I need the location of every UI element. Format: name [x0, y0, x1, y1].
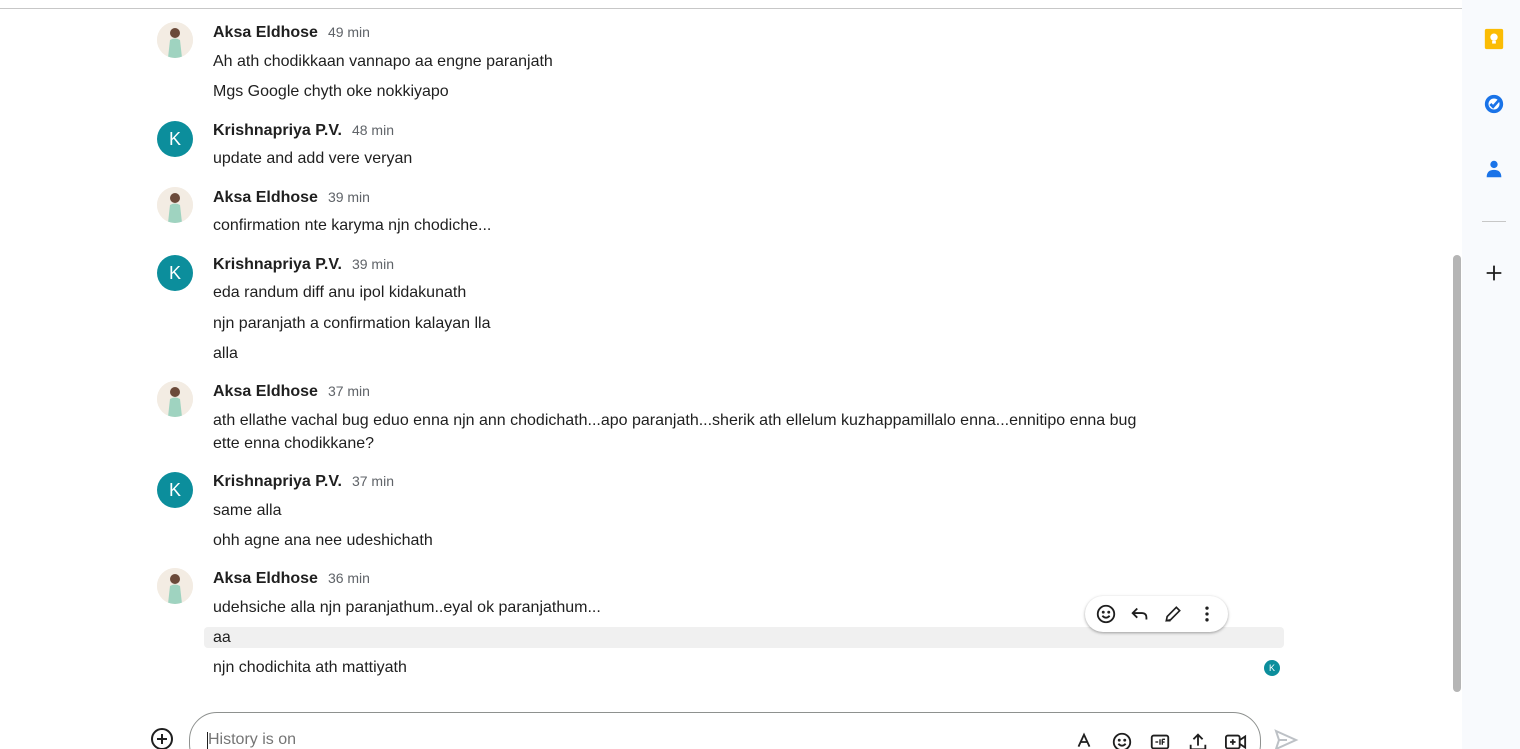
text-caret	[207, 732, 208, 749]
sender-name[interactable]: Krishnapriya P.V.	[213, 256, 342, 274]
gif-icon[interactable]	[1148, 730, 1172, 749]
message-text: njn paranjath a confirmation kalayan lla	[213, 315, 491, 332]
edit-icon[interactable]	[1158, 599, 1188, 629]
sender-name[interactable]: Aksa Eldhose	[213, 383, 318, 401]
emoji-icon[interactable]	[1110, 730, 1134, 749]
tasks-icon[interactable]	[1482, 92, 1506, 116]
timestamp: 48 min	[351, 122, 394, 138]
message-text: udehsiche alla njn paranjathum..eyal ok …	[213, 599, 601, 616]
emoji-reaction-icon[interactable]	[1091, 599, 1121, 629]
avatar[interactable]	[157, 187, 193, 223]
reply-icon[interactable]	[1125, 599, 1155, 629]
message-text: njn chodichita ath mattiyath	[213, 659, 407, 676]
message-input[interactable]	[208, 731, 908, 749]
timestamp: 36 min	[327, 570, 370, 586]
message-text: ohh agne ana nee udeshichath	[213, 532, 433, 549]
timestamp: 49 min	[327, 24, 370, 40]
avatar[interactable]	[157, 22, 193, 58]
read-receipt-avatar: K	[1264, 660, 1280, 676]
sender-name[interactable]: Krishnapriya P.V.	[213, 122, 342, 140]
message-list: Aksa Eldhose 49 min Ah ath chodikkaan va…	[0, 0, 1462, 700]
avatar[interactable]: K	[157, 121, 193, 157]
more-vert-icon[interactable]	[1192, 599, 1222, 629]
avatar[interactable]: K	[157, 255, 193, 291]
sender-name[interactable]: Krishnapriya P.V.	[213, 473, 342, 491]
message-text: update and add vere veryan	[213, 150, 413, 167]
send-icon[interactable]	[1273, 728, 1299, 749]
message-header: Aksa Eldhose 37 min	[213, 383, 370, 403]
add-icon[interactable]	[1482, 261, 1506, 285]
message-text: eda randum diff anu ipol kidakunath	[213, 284, 467, 301]
upload-icon[interactable]	[1186, 730, 1210, 749]
timestamp: 37 min	[327, 383, 370, 399]
message-text: Ah ath chodikkaan vannapo aa engne paran…	[213, 53, 553, 70]
side-panel	[1462, 0, 1520, 749]
timestamp: 37 min	[351, 473, 394, 489]
message-text[interactable]: aa	[213, 626, 231, 649]
message-text: same alla	[213, 502, 282, 519]
sender-name[interactable]: Aksa Eldhose	[213, 189, 318, 207]
timestamp: 39 min	[327, 189, 370, 205]
scrollbar-thumb[interactable]	[1453, 255, 1461, 692]
timestamp: 39 min	[351, 256, 394, 272]
message-text: ath ellathe vachal bug eduo enna njn ann…	[213, 412, 1137, 452]
side-panel-divider	[1482, 221, 1506, 222]
message-header: Aksa Eldhose 49 min	[213, 24, 370, 44]
message-text: alla	[213, 345, 238, 362]
composer-toolbar	[1072, 730, 1248, 749]
message-header: Krishnapriya P.V. 39 min	[213, 256, 394, 276]
message-composer	[189, 712, 1261, 749]
avatar[interactable]	[157, 381, 193, 417]
message-header: Aksa Eldhose 36 min	[213, 570, 370, 590]
avatar[interactable]	[157, 568, 193, 604]
message-text: Mgs Google chyth oke nokkiyapo	[213, 83, 449, 100]
add-content-icon[interactable]	[150, 727, 174, 749]
message-actions-toolbar	[1085, 596, 1228, 632]
message-header: Krishnapriya P.V. 48 min	[213, 122, 394, 142]
sender-name[interactable]: Aksa Eldhose	[213, 570, 318, 588]
format-text-icon[interactable]	[1072, 730, 1096, 749]
message-text: confirmation nte karyma njn chodiche...	[213, 217, 492, 234]
sender-name[interactable]: Aksa Eldhose	[213, 24, 318, 42]
video-meeting-icon[interactable]	[1224, 730, 1248, 749]
avatar[interactable]: K	[157, 472, 193, 508]
message-header: Krishnapriya P.V. 37 min	[213, 473, 394, 493]
keep-icon[interactable]	[1482, 27, 1506, 51]
contacts-icon[interactable]	[1482, 157, 1506, 181]
message-header: Aksa Eldhose 39 min	[213, 189, 370, 209]
